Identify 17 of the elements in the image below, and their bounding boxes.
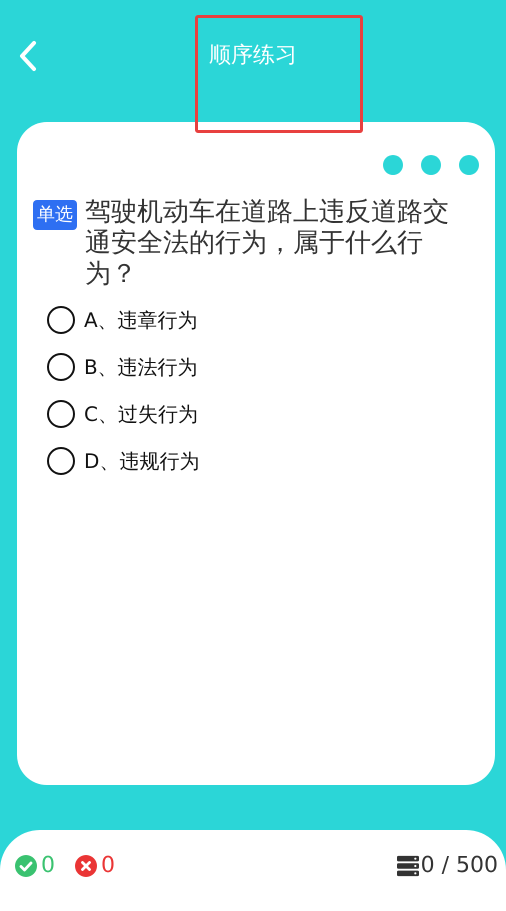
server-icon[interactable] — [396, 854, 419, 876]
correct-count: 0 — [41, 853, 55, 878]
wrong-count: 0 — [101, 853, 115, 878]
progress-count[interactable]: 0 / 500 — [420, 853, 498, 878]
close-circle-icon — [75, 854, 97, 876]
page-title: 顺序练习 — [208, 42, 298, 70]
radio-button[interactable] — [47, 306, 75, 334]
check-circle-icon — [15, 854, 37, 876]
question-text: 驾驶机动车在道路上违反道路交通安全法的行为，属于什么行为？ — [85, 197, 450, 290]
answer-option[interactable]: A、违章行为 — [47, 306, 479, 334]
answer-option[interactable]: D、违规行为 — [47, 447, 479, 475]
answer-option[interactable]: C、过失行为 — [47, 400, 479, 428]
radio-button[interactable] — [47, 353, 75, 381]
question-type-badge: 单选 — [33, 200, 77, 230]
answer-option[interactable]: B、违法行为 — [47, 353, 479, 381]
radio-button[interactable] — [47, 400, 75, 428]
radio-button[interactable] — [47, 447, 75, 475]
